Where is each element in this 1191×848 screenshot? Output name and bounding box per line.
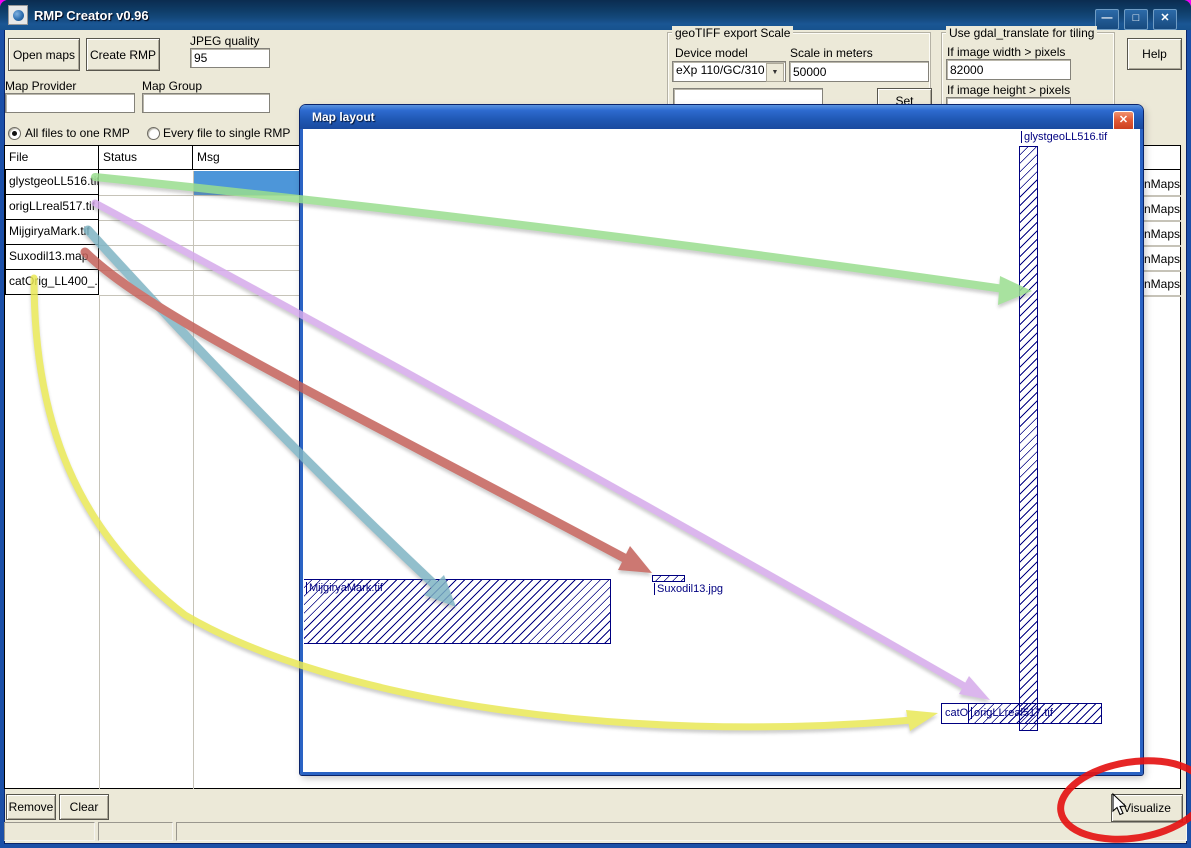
map-label-mijgirya: MijgiryaMark.tif (306, 582, 383, 594)
close-button[interactable]: ✕ (1153, 9, 1177, 30)
grid-line (193, 171, 194, 789)
dialog-title: Map layout (312, 110, 375, 124)
dialog-close-icon[interactable]: ✕ (1113, 111, 1134, 131)
map-group-input[interactable] (142, 93, 270, 113)
map-layout-dialog: Map layout ✕ glystgeoLL516.tif MijgiryaM… (300, 105, 1143, 775)
table-row-file-3[interactable]: Suxodil13.map (5, 245, 99, 270)
map-provider-label: Map Provider (5, 79, 76, 93)
minimize-button[interactable]: — (1095, 9, 1119, 30)
table-row-file-0[interactable]: glystgeoLL516.tif (5, 170, 99, 195)
column-header-path[interactable] (1141, 146, 1180, 170)
device-model-label: Device model (675, 46, 748, 60)
radio-all-files-one-rmp[interactable] (8, 127, 21, 140)
map-rect-suxodil[interactable] (652, 575, 685, 582)
map-label-origll: origLLreal517.tif (971, 707, 1053, 719)
image-width-input[interactable] (946, 59, 1071, 80)
geotiff-group-title: geoTIFF export Scale (672, 26, 793, 40)
jpeg-quality-label: JPEG quality (190, 34, 259, 48)
table-row-file-1[interactable]: origLLreal517.tif (5, 195, 99, 220)
map-group-label: Map Group (142, 79, 202, 93)
radio-all-files-label: All files to one RMP (25, 126, 130, 140)
map-label-cat: catO (943, 707, 968, 719)
map-rect-cat[interactable]: catO (941, 703, 969, 724)
titlebar-buttons: — □ ✕ (1095, 9, 1177, 30)
dialog-titlebar[interactable]: Map layout (300, 105, 1143, 129)
column-header-status[interactable]: Status (99, 146, 193, 170)
scale-in-meters-input[interactable] (789, 61, 929, 82)
table-row-path-3[interactable]: nMaps\ (1144, 247, 1181, 272)
column-header-file[interactable]: File (5, 146, 99, 170)
clear-button[interactable]: Clear (59, 794, 109, 820)
radio-every-file-label: Every file to single RMP (163, 126, 290, 140)
app-icon (8, 5, 28, 25)
device-model-value: eXp 110/GC/310 (676, 63, 765, 77)
selected-msg-cell[interactable] (194, 171, 301, 195)
table-row-file-4[interactable]: catOrig_LL400_.tif (5, 270, 99, 295)
open-maps-button[interactable]: Open maps (8, 38, 80, 71)
table-row-file-2[interactable]: MijgiryaMark.tif (5, 220, 99, 245)
table-row-path-2[interactable]: nMaps\ (1144, 222, 1181, 247)
table-row-path-4[interactable]: nMaps\ (1144, 272, 1181, 297)
remove-button[interactable]: Remove (6, 794, 56, 820)
map-rect-glystgeo[interactable] (1019, 146, 1038, 731)
statusbar-panel-1 (4, 822, 95, 841)
table-row-path-1[interactable]: nMaps\ (1144, 197, 1181, 222)
maximize-button[interactable]: □ (1124, 9, 1148, 30)
grid-line (99, 295, 100, 789)
statusbar-panel-2 (98, 822, 173, 841)
help-button[interactable]: Help (1127, 38, 1182, 70)
map-label-suxodil: Suxodil13.jpg (654, 583, 723, 595)
map-label-glystgeo: glystgeoLL516.tif (1021, 131, 1107, 143)
table-row-path-0[interactable]: nMaps\ (1144, 172, 1181, 197)
gdal-group-title: Use gdal_translate for tiling (946, 26, 1097, 40)
image-width-label: If image width > pixels (947, 45, 1065, 59)
visualize-button[interactable]: Visualize (1111, 794, 1183, 822)
device-model-combobox[interactable]: eXp 110/GC/310 ▼ (672, 61, 786, 82)
map-layout-canvas: glystgeoLL516.tif MijgiryaMark.tif Suxod… (304, 129, 1139, 772)
screenshot-root: RMP Creator v0.96 — □ ✕ Open maps Create… (0, 0, 1191, 848)
map-provider-input[interactable] (5, 93, 135, 113)
combo-dropdown-icon[interactable]: ▼ (766, 63, 784, 82)
create-rmp-button[interactable]: Create RMP (86, 38, 160, 71)
jpeg-quality-input[interactable] (190, 48, 270, 68)
statusbar-panel-3 (176, 822, 1187, 841)
window-title: RMP Creator v0.96 (34, 8, 149, 23)
radio-every-file-single-rmp[interactable] (147, 127, 160, 140)
scale-in-meters-label: Scale in meters (790, 46, 873, 60)
image-height-label: If image height > pixels (947, 83, 1070, 97)
